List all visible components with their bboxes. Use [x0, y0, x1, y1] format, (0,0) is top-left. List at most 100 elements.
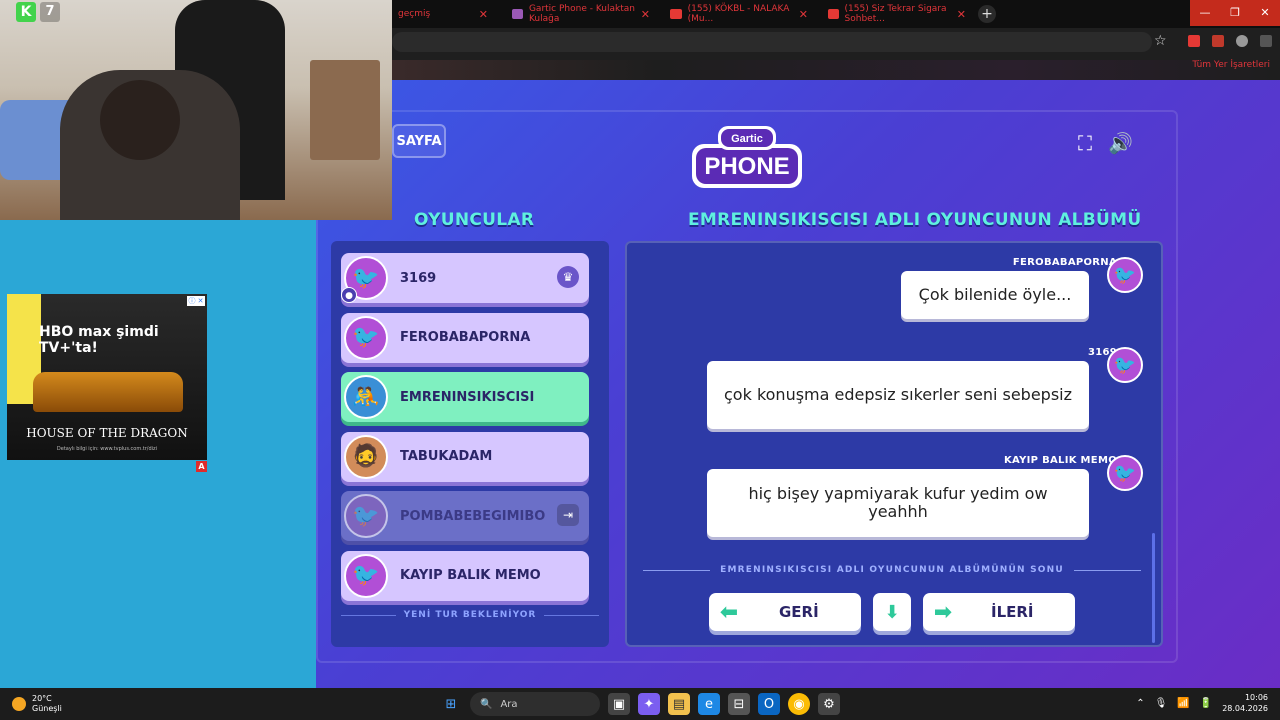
fullscreen-icon[interactable]: ⛶	[1074, 132, 1096, 154]
kick-logo-icon: K	[16, 2, 36, 22]
taskbar: 20°C Güneşli ⊞ 🔍 Ara ▣ ✦ ▤ e ⊟ O ◉ ⚙ ⌃ 🎙…	[0, 688, 1280, 720]
temperature: 20°C	[32, 694, 52, 703]
player-name: FEROBABAPORNA	[400, 330, 531, 345]
restore-button[interactable]: ❐	[1220, 0, 1250, 26]
webcam-dresser	[310, 60, 380, 160]
album-message: FEROBABAPORNA Çok bilenide öyle... 🐦	[627, 257, 1163, 337]
next-button[interactable]: ➡ İLERİ	[923, 593, 1075, 631]
tab-gartic[interactable]: Gartic Phone - Kulaktan Kulağa ✕	[506, 2, 656, 26]
page-button[interactable]: SAYFA	[392, 124, 446, 158]
task-view-icon[interactable]: ▣	[608, 693, 630, 715]
back-button[interactable]: ⬅ GERİ	[709, 593, 861, 631]
copilot-icon[interactable]: ✦	[638, 693, 660, 715]
weather-desc: Güneşli	[32, 704, 62, 713]
album-title: EMRENINSIKISCISI ADLI OYUNCUNUN ALBÜMÜ	[688, 210, 1142, 230]
mic-icon[interactable]: 🎙	[1155, 698, 1168, 709]
player-emreninsikiscisi[interactable]: 🤼 EMRENINSIKISCISI	[341, 372, 589, 422]
extension-icon[interactable]	[1212, 35, 1224, 47]
chevron-up-icon[interactable]: ⌃	[1136, 698, 1144, 709]
arrow-left-icon: ⬅	[719, 599, 739, 625]
player-pombabebegimibo[interactable]: 🐦 POMBABEBEGIMIBO ⇥	[341, 491, 589, 541]
chrome-icon[interactable]: ◉	[788, 693, 810, 715]
tab-history[interactable]: geçmiş ✕	[392, 2, 494, 26]
close-window-button[interactable]: ✕	[1250, 0, 1280, 26]
album-panel: FEROBABAPORNA Çok bilenide öyle... 🐦 316…	[625, 241, 1163, 647]
player-3169[interactable]: 🐦 ● 3169 ♛	[341, 253, 589, 303]
stream-logo: K 7	[16, 2, 60, 22]
player-name: KAYIP BALIK MEMO	[400, 568, 541, 583]
bird-avatar: 🐦	[1107, 257, 1143, 293]
player-ferobabaporna[interactable]: 🐦 FEROBABAPORNA	[341, 312, 589, 363]
gartic-phone-logo: Gartic PHONE	[692, 126, 802, 188]
taskbar-search[interactable]: 🔍 Ara	[470, 692, 600, 716]
windows-start-icon[interactable]: ⊞	[440, 693, 462, 715]
players-panel: 🐦 ● 3169 ♛ 🐦 FEROBABAPORNA 🤼 EMRENINSIKI…	[331, 241, 609, 647]
album-end-divider: EMRENINSIKISCISI ADLI OYUNCUNUN ALBÜMÜNÜ…	[643, 565, 1141, 575]
player-tabukadam[interactable]: 🧔 TABUKADAM	[341, 431, 589, 482]
search-icon: 🔍	[480, 698, 493, 710]
webcam-overlay: K 7	[0, 0, 392, 220]
download-button[interactable]: ⬇	[873, 593, 911, 631]
gartic-favicon	[512, 9, 523, 19]
crown-icon: ♛	[557, 266, 579, 288]
wifi-icon[interactable]: 📶	[1177, 698, 1189, 709]
store-icon[interactable]: ⊟	[728, 693, 750, 715]
star-icon[interactable]: ☆	[1154, 33, 1167, 49]
settings-icon[interactable]: ⚙	[818, 693, 840, 715]
next-label: İLERİ	[991, 603, 1034, 621]
page-banner	[392, 60, 1280, 80]
download-icon: ⬇	[884, 601, 900, 623]
ad-mark: A	[196, 461, 207, 472]
ad-info-icon[interactable]: ⓘ ✕	[187, 296, 205, 306]
avatar: 🐦	[344, 494, 388, 538]
players-title: OYUNCULAR	[414, 210, 535, 230]
avatar[interactable]	[1236, 35, 1248, 47]
avatar: 🐦	[344, 315, 388, 360]
player-name: EMRENINSIKISCISI	[400, 389, 535, 405]
youtube-favicon	[670, 9, 682, 19]
exit-icon: ⇥	[557, 504, 579, 526]
message-author: FEROBABAPORNA	[1012, 257, 1117, 268]
close-icon[interactable]: ✕	[957, 8, 966, 21]
close-icon[interactable]: ✕	[799, 8, 808, 21]
youtube-favicon	[828, 9, 839, 19]
waiting-label: YENİ TUR BEKLENİYOR	[403, 610, 537, 620]
menu-icon[interactable]	[1260, 35, 1272, 47]
top-icons: ⛶ 🔊	[1074, 132, 1133, 154]
tab-youtube-2[interactable]: (155) Siz Tekrar Sigara Sohbet... ✕	[822, 2, 972, 26]
sun-icon	[12, 697, 26, 711]
close-icon[interactable]: ✕	[479, 8, 488, 21]
tab-youtube-1[interactable]: (155) KÖKBL - NALAKA (Mu... ✕	[664, 2, 814, 26]
avatar: 🤼	[344, 375, 388, 419]
all-bookmarks[interactable]: Tüm Yer İşaretleri	[1192, 60, 1270, 70]
battery-icon[interactable]: 🔋	[1200, 698, 1212, 709]
message-author: KAYIP BALIK MEMO	[1003, 455, 1117, 466]
download-icon[interactable]	[1188, 35, 1200, 47]
minimize-button[interactable]: —	[1190, 0, 1220, 26]
taskbar-apps: ⊞ 🔍 Ara ▣ ✦ ▤ e ⊟ O ◉ ⚙	[440, 692, 840, 716]
outlook-icon[interactable]: O	[758, 693, 780, 715]
tab-label: (155) KÖKBL - NALAKA (Mu...	[687, 4, 790, 24]
player-kayip-balik-memo[interactable]: 🐦 KAYIP BALIK MEMO	[341, 550, 589, 601]
album-end-label: EMRENINSIKISCISI ADLI OYUNCUNUN ALBÜMÜNÜ…	[720, 565, 1064, 575]
weather-widget[interactable]: 20°C Güneşli	[12, 694, 62, 714]
edge-icon[interactable]: e	[698, 693, 720, 715]
game-page: SAYFA Gartic PHONE ⛶ 🔊 OYUNCULAR EMRENIN…	[316, 80, 1280, 688]
tab-label: Gartic Phone - Kulaktan Kulağa	[528, 4, 635, 24]
message-bubble: Çok bilenide öyle...	[901, 271, 1089, 319]
tab-label: (155) Siz Tekrar Sigara Sohbet...	[844, 4, 947, 24]
file-explorer-icon[interactable]: ▤	[668, 693, 690, 715]
close-icon[interactable]: ✕	[641, 8, 650, 21]
scrollbar[interactable]	[1152, 533, 1155, 643]
address-bar[interactable]	[392, 32, 1152, 52]
browser-chrome: geçmiş ✕ Gartic Phone - Kulaktan Kulağa …	[392, 0, 1280, 80]
avatar: 🧔	[344, 434, 388, 479]
new-tab-button[interactable]: +	[978, 5, 996, 23]
ad-headline: HBO max şimdi TV+'ta!	[39, 324, 159, 356]
tab-label: geçmiş	[398, 9, 431, 19]
advertisement[interactable]: HBO max şimdi TV+'ta! HOUSE OF THE DRAGO…	[7, 294, 207, 460]
clock[interactable]: 10:06 28.04.2026	[1222, 692, 1268, 714]
search-placeholder: Ara	[500, 698, 518, 710]
volume-icon[interactable]: 🔊	[1108, 132, 1133, 154]
player-name: 3169	[400, 270, 437, 286]
